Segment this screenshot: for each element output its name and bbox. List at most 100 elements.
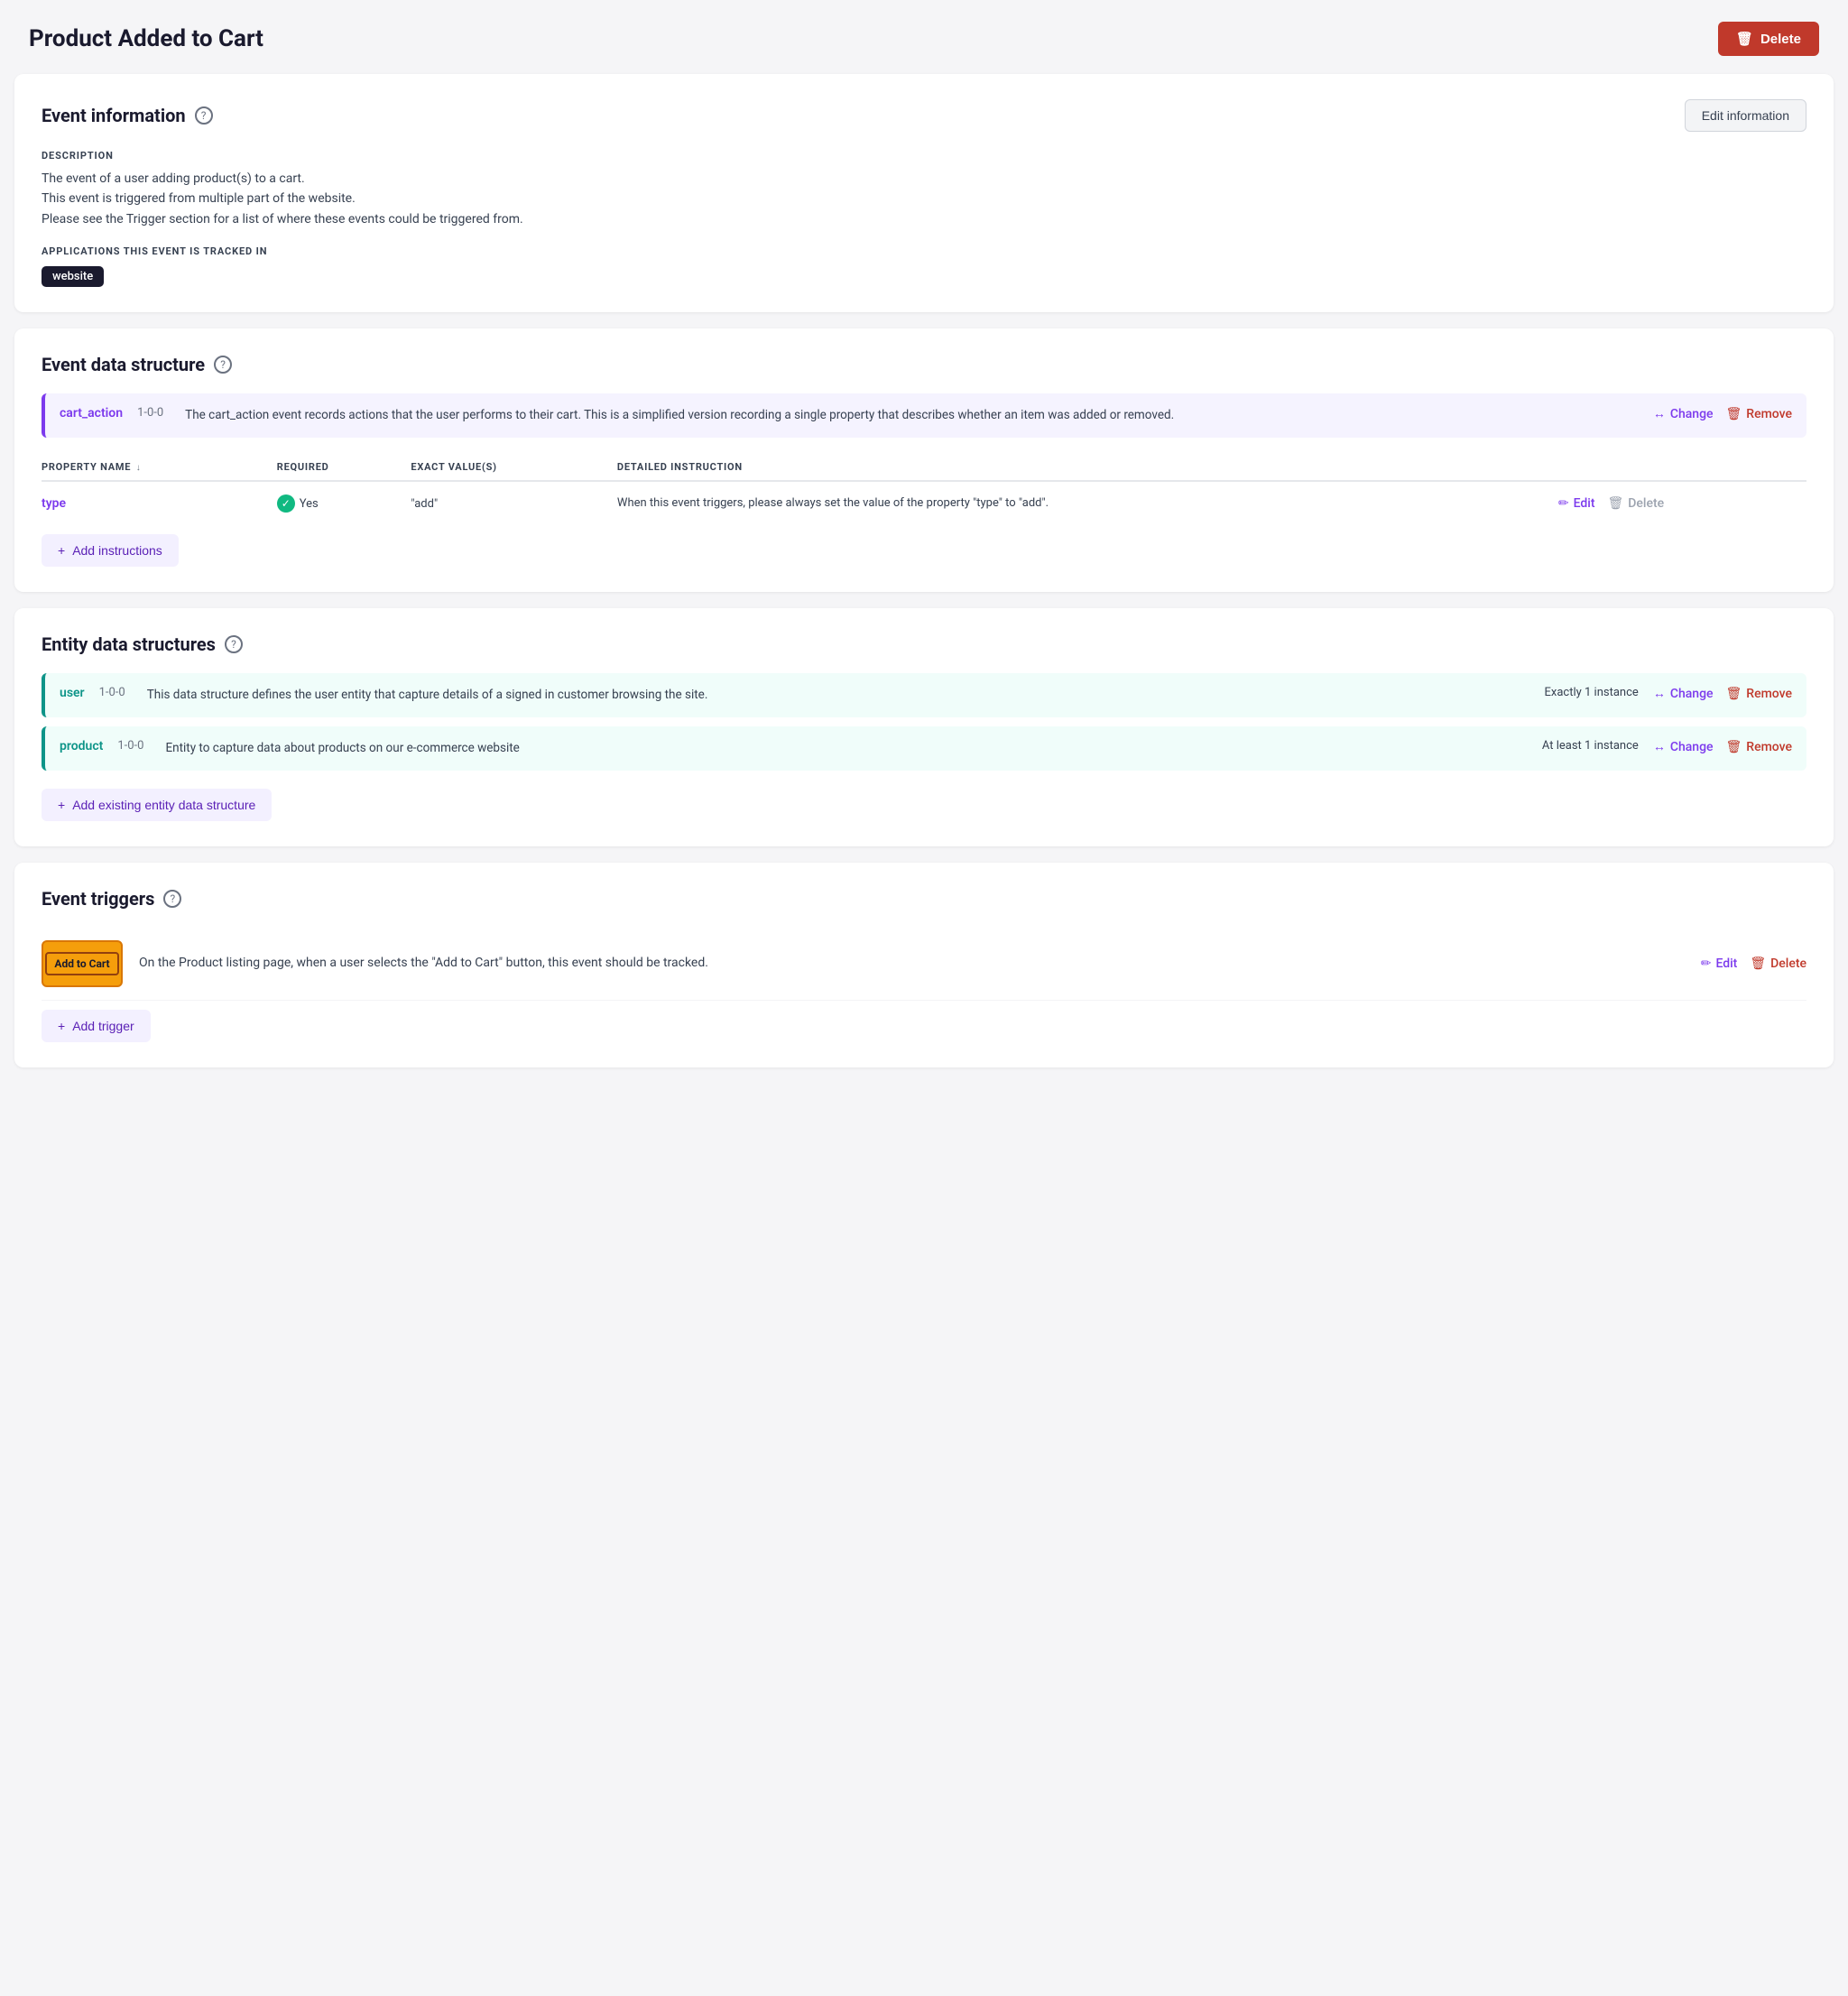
product-remove-link[interactable]: 🗑 Remove [1726,740,1792,754]
table-row: type ✓ Yes "add" When this event trigger… [42,481,1806,525]
user-entity-row: user 1-0-0 This data structure defines t… [42,673,1806,717]
product-entity-version: 1-0-0 [117,739,143,753]
delete-icon: 🗑 [1736,31,1753,47]
event-triggers-card: Event triggers ? Add to Cart On the Prod… [14,863,1834,1067]
trigger-edit-link[interactable]: ✏ Edit [1701,956,1738,971]
entity-data-structures-help-icon[interactable]: ? [225,635,243,653]
edit-icon: ✏ [1558,496,1569,511]
add-trigger-button[interactable]: + Add trigger [42,1010,151,1042]
user-entity-actions: ↔ Change 🗑 Remove [1653,686,1792,701]
trigger-actions: ✏ Edit 🗑 Delete [1701,956,1806,971]
prop-delete-icon: 🗑 [1608,496,1624,511]
user-entity-link[interactable]: user [60,686,85,700]
user-remove-link[interactable]: 🗑 Remove [1726,687,1792,701]
sort-icon: ↓ [136,463,142,473]
col-property-name: PROPERTY NAME ↓ [42,454,277,481]
add-entity-button[interactable]: + Add existing entity data structure [42,789,272,821]
description-line-1: The event of a user adding product(s) to… [42,171,305,186]
description-line-2: This event is triggered from multiple pa… [42,191,356,206]
prop-actions-cell: ✏ Edit 🗑 Delete [1558,481,1806,525]
change-icon: ↔ [1653,406,1666,421]
product-change-link[interactable]: ↔ Change [1653,739,1714,754]
add-to-cart-image: Add to Cart [42,940,123,987]
entity-data-structures-card: Entity data structures ? user 1-0-0 This… [14,608,1834,846]
add-instructions-label: Add instructions [72,543,162,558]
event-info-title: Event information [42,105,186,126]
required-label: Yes [300,497,319,511]
prop-required-cell: ✓ Yes [277,481,411,525]
prop-instruction-cell: When this event triggers, please always … [617,481,1558,525]
product-change-icon: ↔ [1653,739,1666,754]
cart-action-row: cart_action 1-0-0 The cart_action event … [42,393,1806,438]
delete-button[interactable]: 🗑 Delete [1718,22,1819,56]
trigger-edit-icon: ✏ [1701,956,1712,971]
event-triggers-help-icon[interactable]: ? [163,890,181,908]
page-header: Product Added to Cart 🗑 Delete [0,0,1848,74]
user-change-label: Change [1670,687,1714,701]
event-info-header: Event information ? Edit information [42,99,1806,132]
event-data-structure-help-icon[interactable]: ? [214,356,232,374]
product-instance-text: At least 1 instance [1542,739,1639,753]
product-remove-icon: 🗑 [1726,740,1742,754]
edit-information-button[interactable]: Edit information [1685,99,1806,132]
cart-action-change-link[interactable]: ↔ Change [1653,406,1714,421]
prop-delete-label: Delete [1628,496,1664,511]
description-text: The event of a user adding product(s) to… [42,169,1806,229]
user-entity-description: This data structure defines the user ent… [147,686,1530,705]
add-trigger-icon: + [58,1019,65,1033]
entity-data-structures-title: Entity data structures [42,633,216,655]
add-trigger-label: Add trigger [72,1019,134,1033]
cart-action-version: 1-0-0 [137,406,163,420]
add-instructions-button[interactable]: + Add instructions [42,534,179,567]
prop-exact-value-cell: "add" [411,481,617,525]
user-change-link[interactable]: ↔ Change [1653,686,1714,701]
cart-action-description: The cart_action event records actions th… [185,406,1639,425]
description-label: DESCRIPTION [42,150,1806,162]
product-entity-description: Entity to capture data about products on… [165,739,1527,758]
check-icon: ✓ [277,494,295,513]
description-line-3: Please see the Trigger section for a lis… [42,212,523,226]
delete-label: Delete [1760,32,1801,47]
properties-table-header-row: PROPERTY NAME ↓ REQUIRED EXACT VALUE(S) … [42,454,1806,481]
event-data-structure-card: Event data structure ? cart_action 1-0-0… [14,328,1834,592]
event-info-help-icon[interactable]: ? [195,106,213,125]
application-tag: website [42,266,104,287]
trigger-delete-link[interactable]: 🗑 Delete [1750,956,1806,971]
cart-action-actions: ↔ Change 🗑 Remove [1653,406,1792,421]
trigger-edit-label: Edit [1715,956,1737,971]
product-entity-actions: ↔ Change 🗑 Remove [1653,739,1792,754]
event-info-title-row: Event information ? [42,105,213,126]
instruction-text: When this event triggers, please always … [617,496,1049,510]
cart-action-remove-link[interactable]: 🗑 Remove [1726,407,1792,421]
type-link[interactable]: type [42,496,66,511]
add-instructions-icon: + [58,543,65,558]
product-entity-link[interactable]: product [60,739,103,753]
cart-action-change-label: Change [1670,407,1714,421]
event-information-card: Event information ? Edit information DES… [14,74,1834,312]
page-title: Product Added to Cart [29,25,263,52]
prop-edit-link[interactable]: ✏ Edit [1558,496,1595,511]
user-instance-text: Exactly 1 instance [1545,686,1639,699]
col-required: REQUIRED [277,454,411,481]
user-change-icon: ↔ [1653,686,1666,701]
prop-name-cell: type [42,481,277,525]
trigger-delete-label: Delete [1770,956,1806,971]
prop-delete-link[interactable]: 🗑 Delete [1608,496,1665,511]
prop-row-actions: ✏ Edit 🗑 Delete [1558,496,1796,511]
event-triggers-title: Event triggers [42,888,154,910]
add-entity-icon: + [58,798,65,812]
add-to-cart-label: Add to Cart [45,952,118,975]
trigger-description: On the Product listing page, when a user… [139,954,1685,974]
properties-table-head: PROPERTY NAME ↓ REQUIRED EXACT VALUE(S) … [42,454,1806,481]
cart-action-remove-label: Remove [1746,407,1792,421]
user-remove-label: Remove [1746,687,1792,701]
prop-edit-label: Edit [1574,496,1595,511]
product-entity-row: product 1-0-0 Entity to capture data abo… [42,726,1806,771]
remove-icon: 🗑 [1726,407,1742,421]
cart-action-link[interactable]: cart_action [60,406,123,420]
product-remove-label: Remove [1746,740,1792,754]
col-detailed-instruction: DETAILED INSTRUCTION [617,454,1558,481]
event-data-structure-title: Event data structure [42,354,205,375]
trigger-row: Add to Cart On the Product listing page,… [42,928,1806,1001]
user-remove-icon: 🗑 [1726,687,1742,701]
